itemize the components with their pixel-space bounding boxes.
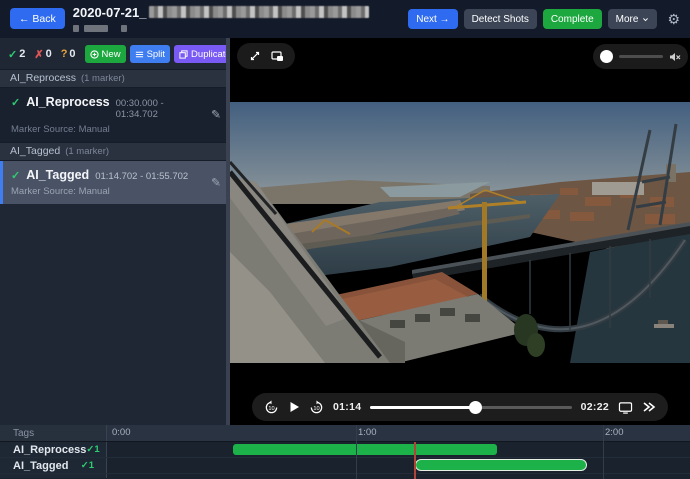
- play-button-icon[interactable]: [288, 401, 300, 413]
- marker-source: Marker Source: Manual: [11, 186, 204, 197]
- next-button[interactable]: Next →: [408, 9, 457, 29]
- split-marker-button[interactable]: Split: [130, 45, 170, 63]
- tick-label: 2:00: [605, 427, 624, 438]
- marker-card-ai-tagged[interactable]: ✓ AI_Tagged 01:14.702 - 01:55.702 Marker…: [0, 161, 230, 204]
- row-marker-count: ✓1: [81, 460, 94, 471]
- marker-bar-ai-tagged[interactable]: [415, 459, 587, 471]
- edit-pencil-icon[interactable]: ✎: [211, 175, 221, 189]
- marker-time-range: 01:14.702 - 01:55.702: [95, 171, 188, 182]
- seek-bar[interactable]: [370, 401, 571, 414]
- current-time: 01:14: [333, 401, 361, 413]
- volume-slider-knob[interactable]: [600, 50, 613, 63]
- check-icon: ✓: [8, 48, 17, 61]
- annotation-app: ← Back 2020-07-21_ Next → Detect Shots C…: [0, 0, 690, 479]
- picture-in-picture-icon[interactable]: [271, 50, 284, 62]
- cast-display-icon[interactable]: [618, 401, 633, 414]
- redacted-badge: [121, 25, 127, 32]
- timeline-row-ai-tagged: AI_Tagged ✓1: [0, 458, 690, 474]
- skip-back-10-icon[interactable]: 10: [264, 400, 279, 415]
- copy-icon: [179, 50, 188, 59]
- redacted-title-text: [149, 6, 369, 18]
- redacted-badge: [84, 25, 108, 32]
- timeline-row-ai-reprocess: AI_Reprocess ✓1: [0, 442, 690, 458]
- complete-button[interactable]: Complete: [543, 9, 602, 29]
- markers-sidebar: ✓ 2 ✗ 0 ? 0 New Split Duplicate: [0, 38, 230, 425]
- check-icon: ✓: [11, 169, 20, 182]
- tags-header-cell: Tags: [0, 425, 107, 441]
- marker-name: AI_Reprocess: [26, 95, 109, 109]
- more-button[interactable]: More: [608, 9, 658, 29]
- detect-shots-button[interactable]: Detect Shots: [464, 9, 537, 29]
- markers-toolbar: ✓ 2 ✗ 0 ? 0 New Split Duplicate: [0, 38, 230, 69]
- tick-label: 0:00: [112, 427, 131, 438]
- seek-fill: [370, 406, 475, 409]
- marker-card-ai-reprocess[interactable]: ✓ AI_Reprocess 00:30.000 - 01:34.702 Mar…: [0, 88, 230, 142]
- redacted-badge: [73, 25, 79, 32]
- tick-label: 1:00: [358, 427, 377, 438]
- svg-text:10: 10: [268, 405, 274, 411]
- double-chevron-right-icon[interactable]: [642, 401, 656, 413]
- question-icon: ?: [61, 48, 68, 60]
- duration: 02:22: [581, 401, 609, 413]
- view-controls-pill: [237, 43, 295, 69]
- back-button[interactable]: ← Back: [10, 8, 65, 29]
- cross-icon: ✗: [34, 48, 43, 61]
- expand-icon[interactable]: [249, 50, 261, 62]
- timeline-ruler[interactable]: 0:00 1:00 2:00: [107, 425, 690, 441]
- rejected-counter: ✗ 0: [34, 48, 51, 61]
- marker-name: AI_Tagged: [26, 168, 89, 182]
- marker-time-range: 00:30.000 - 01:34.702: [116, 98, 204, 120]
- skip-forward-10-icon[interactable]: 10: [309, 400, 324, 415]
- group-header-ai-tagged: AI_Tagged(1 marker): [0, 142, 230, 161]
- tags-timeline: Tags 0:00 1:00 2:00 AI_Reprocess ✓1 AI_T…: [0, 425, 690, 479]
- timeline-empty-row: [0, 474, 690, 478]
- volume-slider-track[interactable]: [619, 55, 663, 58]
- video-frame[interactable]: [230, 102, 690, 363]
- title-badges: [73, 24, 369, 32]
- check-icon: ✓: [11, 96, 20, 109]
- marker-bar-ai-reprocess[interactable]: [233, 444, 497, 455]
- seek-knob[interactable]: [469, 401, 482, 414]
- row-label: AI_Reprocess: [13, 444, 86, 456]
- topbar-actions: Next → Detect Shots Complete More ⚙: [408, 0, 690, 29]
- approved-counter: ✓ 2: [8, 48, 25, 61]
- new-marker-button[interactable]: New: [85, 45, 126, 63]
- row-label: AI_Tagged: [13, 460, 68, 472]
- title-block: 2020-07-21_: [73, 4, 369, 32]
- marker-source: Marker Source: Manual: [11, 124, 204, 135]
- volume-control-pill: [593, 44, 688, 69]
- svg-text:10: 10: [313, 405, 319, 411]
- page-title: 2020-07-21_: [73, 5, 147, 20]
- player-control-bar: 10 10 01:14 02:22: [252, 393, 668, 421]
- chevron-down-icon: [642, 16, 649, 23]
- group-header-ai-reprocess: AI_Reprocess(1 marker): [0, 69, 230, 88]
- edit-pencil-icon[interactable]: ✎: [211, 107, 221, 121]
- volume-muted-icon[interactable]: [669, 51, 681, 63]
- video-player: 10 10 01:14 02:22: [230, 38, 690, 425]
- settings-gear-icon[interactable]: ⚙: [667, 9, 680, 29]
- timeline-header: Tags 0:00 1:00 2:00: [0, 425, 690, 442]
- top-bar: ← Back 2020-07-21_ Next → Detect Shots C…: [0, 0, 690, 38]
- split-lines-icon: [135, 50, 144, 59]
- row-marker-count: ✓1: [86, 444, 99, 455]
- plus-circle-icon: [90, 50, 99, 59]
- unsure-counter: ? 0: [61, 48, 76, 60]
